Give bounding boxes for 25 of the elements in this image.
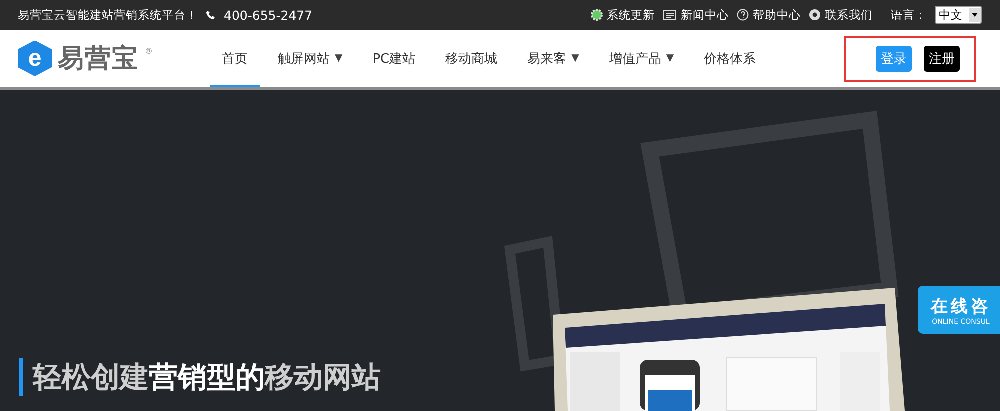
hero-title: 轻松创建营销型的移动网站 (19, 358, 381, 396)
top-link[interactable]: 帮助中心 (737, 8, 801, 22)
nav-item[interactable]: 增值产品 ▼ (597, 30, 686, 87)
newspaper-icon (663, 10, 677, 20)
nav-item[interactable]: 首页 (210, 30, 260, 87)
language-label: 语言： (891, 8, 927, 22)
nav-item[interactable]: 价格体系 (692, 30, 768, 87)
gear-icon (591, 9, 603, 21)
top-link[interactable]: 系统更新 (591, 8, 655, 22)
top-link[interactable]: 新闻中心 (663, 8, 729, 22)
top-link[interactable]: 联系我们 (809, 8, 873, 22)
slogan-text: 易营宝云智能建站营销系统平台！ (18, 8, 198, 22)
nav-item[interactable]: PC建站 (360, 30, 428, 87)
phone-icon (206, 10, 216, 20)
phone-number: 400-655-2477 (224, 8, 313, 22)
register-button[interactable]: 注册 (924, 46, 960, 72)
registered-mark: ® (145, 46, 153, 56)
help-icon (737, 9, 749, 21)
caret-icon (972, 13, 978, 17)
nav-item[interactable]: 触屏网站 ▼ (266, 30, 355, 87)
language-select[interactable]: 中文 (935, 6, 982, 24)
nav-item[interactable]: 易来客 ▼ (516, 30, 592, 87)
logo-mark: e (18, 40, 52, 76)
logo-text: 易营宝 (58, 43, 139, 76)
nav-item[interactable]: 移动商城 (434, 30, 510, 87)
